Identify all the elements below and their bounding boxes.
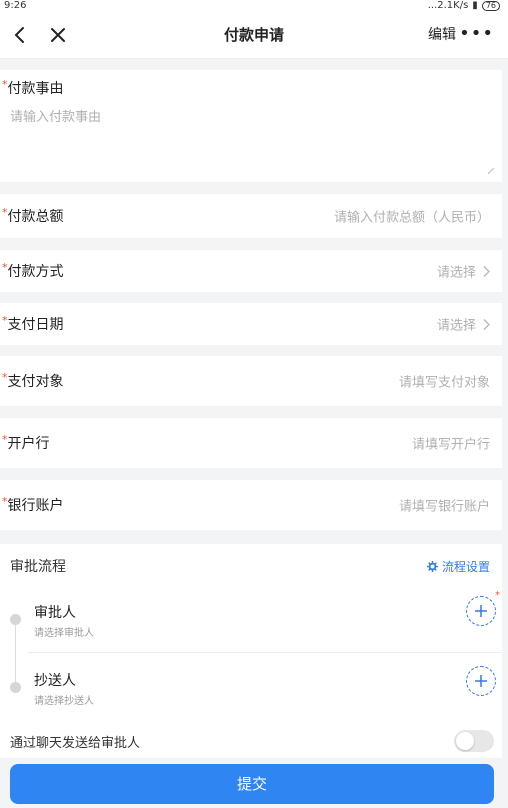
plus-icon xyxy=(475,605,487,617)
approval-section: 审批流程 流程设置 审批人 请选择审批人 * 抄送人 请选择抄送人 xyxy=(0,544,502,726)
status-time: 9:26 xyxy=(4,0,27,11)
approver-required-mark: * xyxy=(495,590,500,601)
bank-field[interactable]: *开户行 请填写开户行 xyxy=(0,418,502,468)
cc-step-dot xyxy=(10,682,21,693)
add-cc-button[interactable] xyxy=(466,666,496,696)
cc-subtitle: 请选择抄送人 xyxy=(34,696,94,707)
method-field[interactable]: *付款方式 请选择 xyxy=(0,250,502,292)
date-field[interactable]: *支付日期 请选择 xyxy=(0,303,502,345)
account-label: 银行账户 xyxy=(7,498,64,514)
timeline-line xyxy=(15,616,16,682)
payee-input[interactable]: 请填写支付对象 xyxy=(399,372,490,391)
approval-title: 审批流程 xyxy=(10,559,66,575)
approver-step-dot xyxy=(10,614,21,625)
resize-handle-icon xyxy=(488,168,494,174)
plus-icon xyxy=(475,675,487,687)
reason-field[interactable]: *付款事由 请输入付款事由 xyxy=(0,70,502,182)
bank-label: 开户行 xyxy=(7,436,50,452)
amount-field[interactable]: *付款总额 请输入付款总额（人民币） xyxy=(0,194,502,238)
approver-subtitle: 请选择审批人 xyxy=(34,628,94,639)
reason-input[interactable]: 请输入付款事由 xyxy=(10,106,101,125)
bank-input[interactable]: 请填写开户行 xyxy=(412,434,490,453)
edit-button[interactable]: 编辑 xyxy=(428,12,456,58)
send-chat-toggle[interactable] xyxy=(454,730,494,752)
reason-label: *付款事由 xyxy=(2,78,64,97)
method-select[interactable]: 请选择 xyxy=(437,262,476,281)
more-options-icon[interactable]: ••• xyxy=(459,12,494,56)
payee-label: 支付对象 xyxy=(7,374,64,390)
gear-icon xyxy=(426,561,438,572)
chevron-right-icon xyxy=(483,265,490,277)
flow-settings-button[interactable]: 流程设置 xyxy=(426,558,490,575)
send-chat-row: 通过聊天发送给审批人 xyxy=(0,726,502,758)
account-field[interactable]: *银行账户 请填写银行账户 xyxy=(0,480,502,530)
status-right: ...2.1K/s ▮ 76 xyxy=(428,0,500,12)
step-divider xyxy=(28,652,502,653)
network-speed: ...2.1K/s xyxy=(427,0,469,11)
top-nav: 付款申请 编辑 ••• xyxy=(0,12,508,59)
account-input[interactable]: 请填写银行账户 xyxy=(399,496,490,515)
submit-button[interactable]: 提交 xyxy=(10,764,494,804)
chevron-right-icon xyxy=(483,318,490,330)
amount-label: 付款总额 xyxy=(7,209,64,225)
status-bar: 9:26 ...2.1K/s ▮ 76 xyxy=(0,0,508,12)
date-label: 支付日期 xyxy=(7,317,64,333)
add-approver-button[interactable] xyxy=(466,596,496,626)
battery-icon: 76 xyxy=(481,1,500,11)
flow-settings-label: 流程设置 xyxy=(441,560,490,574)
signal-icon: ▮ xyxy=(472,0,478,11)
payee-field[interactable]: *支付对象 请填写支付对象 xyxy=(0,356,502,406)
cc-title: 抄送人 xyxy=(34,673,76,689)
toggle-knob xyxy=(456,732,474,750)
approver-title: 审批人 xyxy=(34,605,76,621)
date-select[interactable]: 请选择 xyxy=(437,315,476,334)
send-chat-label: 通过聊天发送给审批人 xyxy=(10,736,141,751)
amount-input[interactable]: 请输入付款总额（人民币） xyxy=(334,207,490,226)
method-label: 付款方式 xyxy=(7,264,64,280)
